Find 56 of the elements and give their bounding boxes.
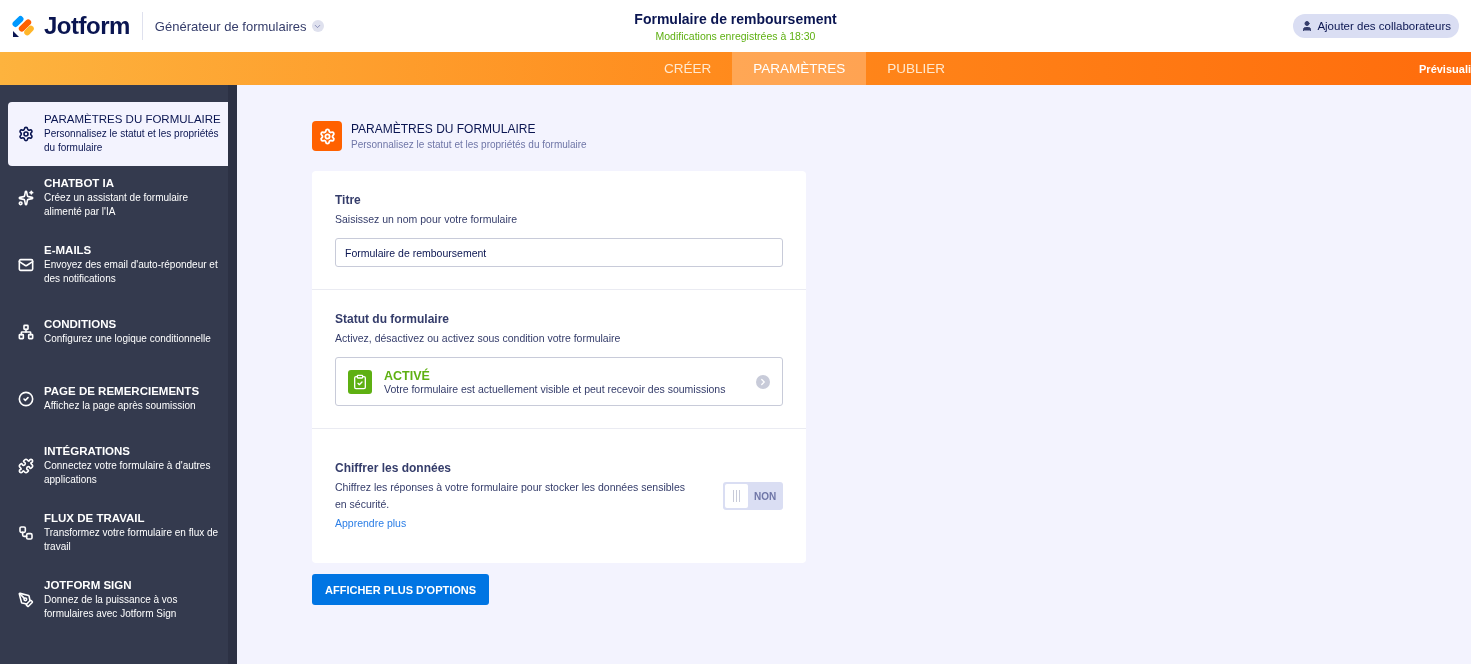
workflow-icon (18, 525, 34, 541)
form-title: Formulaire de remboursement (634, 10, 837, 27)
item-title: FLUX DE TRAVAIL (44, 512, 146, 524)
sidebar-item[interactable]: JOTFORM SIGN Donnez de la puissance à vos formulaires avec Jotform Sign (8, 568, 228, 632)
puzzle-icon (18, 458, 34, 474)
item-description: Affichez la page après soumission (44, 399, 197, 413)
pen-icon (18, 592, 34, 608)
field-description: Chiffrez les réponses à votre formulaire pour stocker les données sensibles en sécurité. (335, 480, 686, 512)
section-subtitle: Personnalisez le statut et les propriétés du formulaire (351, 139, 587, 150)
item-title: E-MAILS (44, 244, 93, 256)
product-menu[interactable]: Générateur de formulaires (154, 18, 324, 34)
status-name: ACTIVÉ (384, 368, 431, 383)
field-label: Statut du formulaire (335, 312, 450, 326)
brand-name: Jotform (44, 12, 130, 40)
item-title: PARAMÈTRES DU FORMULAIRE (44, 113, 222, 125)
field-description: Saisissez un nom pour votre formulaire (335, 212, 519, 227)
item-title: PAGE DE REMERCIEMENTS (44, 385, 200, 397)
status-selector[interactable]: ACTIVÉ Votre formulaire est actuellement visible et peut recevoir des soumissions (335, 357, 783, 406)
gear-icon (18, 126, 34, 142)
item-title: INTÉGRATIONS (44, 445, 132, 457)
save-status: Modifications enregistrées à 18:30 (655, 29, 816, 42)
caret-icon (311, 20, 324, 32)
sidebar-item[interactable]: INTÉGRATIONS Connectez votre formulaire à d'autres applications (8, 434, 228, 498)
gear-icon (312, 121, 342, 151)
envelope-icon (18, 257, 34, 273)
field-label: Chiffrer les données (335, 461, 453, 475)
add-collaborators-button[interactable]: Ajouter des collaborateurs (1293, 14, 1459, 38)
chevron-icon (756, 374, 770, 389)
sidebar-item[interactable]: CONDITIONS Configurez une logique conditionnelle (8, 300, 228, 364)
learn-more-link[interactable]: Apprendre plus (335, 517, 407, 529)
sidebar-item[interactable]: FLUX DE TRAVAIL Transformez votre formulaire en flux de travail (8, 501, 228, 565)
hierarchy-icon (18, 324, 34, 340)
item-description: Personnalisez le statut et les propriétés du formulaire (44, 127, 220, 155)
item-description: Donnez de la puissance à vos formulaires avec Jotform Sign (44, 593, 179, 621)
sidebar-item[interactable]: PAGE DE REMERCIEMENTS Affichez la page après soumission (8, 367, 228, 431)
item-title: CHATBOT IA (44, 177, 116, 189)
sidebar-item[interactable]: PARAMÈTRES DU FORMULAIRE Personnalisez le statut et les propriétés du formulaire (8, 102, 228, 166)
item-description: Configurez une logique conditionnelle (44, 332, 211, 346)
logo-icon (12, 14, 36, 38)
item-description: Connectez votre formulaire à d'autres applications (44, 459, 212, 487)
sidebar-item[interactable]: CHATBOT IA Créez un assistant de formulaire alimenté par l'IA (8, 166, 228, 230)
title-input[interactable]: Formulaire de remboursement (335, 238, 783, 267)
check-circle-icon (18, 391, 34, 407)
sidebar-item[interactable]: E-MAILS Envoyez des email d'auto-répondeur et des notifications (8, 233, 228, 297)
item-description: Envoyez des email d'auto-répondeur et des notifications (44, 258, 219, 286)
item-title: CONDITIONS (44, 318, 118, 330)
field-description: Activez, désactivez ou activez sous condition votre formulaire (335, 331, 622, 346)
item-title: JOTFORM SIGN (44, 579, 133, 591)
more-options-button[interactable]: AFFICHER PLUS D'OPTIONS (312, 574, 490, 605)
section-title: PARAMÈTRES DU FORMULAIRE (351, 122, 537, 136)
item-description: Créez un assistant de formulaire alimenté par l'IA (44, 191, 189, 219)
sparkle-icon (18, 190, 34, 206)
user-icon (1301, 20, 1314, 32)
field-label: Titre (335, 193, 362, 207)
item-description: Transformez votre formulaire en flux de travail (44, 526, 220, 554)
status-description: Votre formulaire est actuellement visible et peut recevoir des soumissions (384, 382, 727, 395)
